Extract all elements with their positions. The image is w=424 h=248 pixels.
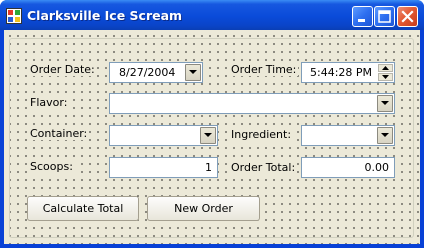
chevron-down-icon — [381, 101, 389, 105]
ingredient-dropdown-button[interactable] — [377, 127, 393, 144]
order-time-value: 5:44:28 PM — [310, 66, 373, 79]
spin-down-icon — [382, 75, 389, 79]
window-title: Clarksville Ice Scream — [27, 8, 183, 23]
minimize-button[interactable] — [352, 6, 373, 27]
maximize-icon — [378, 10, 391, 23]
spin-down-button[interactable] — [378, 73, 393, 81]
order-total-value: 0.00 — [364, 161, 390, 174]
calculate-total-button[interactable]: Calculate Total — [27, 196, 139, 221]
scoops-label: Scoops: — [28, 160, 75, 173]
container-dropdown-button[interactable] — [200, 127, 216, 144]
flavor-label: Flavor: — [28, 96, 70, 109]
app-icon — [6, 8, 22, 24]
scoops-textbox[interactable]: 1 — [109, 157, 218, 178]
order-total-textbox[interactable]: 0.00 — [301, 157, 395, 178]
ingredient-combobox[interactable] — [301, 125, 395, 146]
close-icon — [401, 10, 414, 23]
order-date-dropdown-button[interactable] — [185, 64, 201, 81]
close-button[interactable] — [397, 6, 418, 27]
flavor-combobox[interactable] — [109, 93, 395, 114]
form-client-area: Order Date: 8/27/2004 Order Time: 5:44:2… — [4, 30, 420, 244]
order-time-spinner[interactable] — [378, 64, 393, 81]
order-date-picker[interactable]: 8/27/2004 — [109, 62, 203, 83]
order-total-label: Order Total: — [229, 161, 298, 174]
app-window: Clarksville Ice Scream Order Date: 8/27/… — [0, 0, 424, 248]
container-label: Container: — [28, 127, 90, 140]
chevron-down-icon — [189, 70, 197, 74]
order-time-label: Order Time: — [229, 63, 299, 76]
ingredient-label: Ingredient: — [229, 128, 294, 141]
order-time-picker[interactable]: 5:44:28 PM — [301, 62, 395, 83]
maximize-button[interactable] — [374, 6, 395, 27]
spin-up-button[interactable] — [378, 64, 393, 72]
container-combobox[interactable] — [109, 125, 218, 146]
new-order-button[interactable]: New Order — [147, 196, 260, 221]
chevron-down-icon — [381, 133, 389, 137]
scoops-value: 1 — [205, 161, 212, 174]
minimize-icon — [358, 19, 365, 22]
order-date-label: Order Date: — [28, 63, 97, 76]
chevron-down-icon — [204, 133, 212, 137]
flavor-dropdown-button[interactable] — [377, 95, 393, 112]
order-date-value: 8/27/2004 — [119, 66, 176, 79]
spin-up-icon — [382, 66, 389, 70]
title-bar[interactable]: Clarksville Ice Scream — [0, 0, 424, 30]
